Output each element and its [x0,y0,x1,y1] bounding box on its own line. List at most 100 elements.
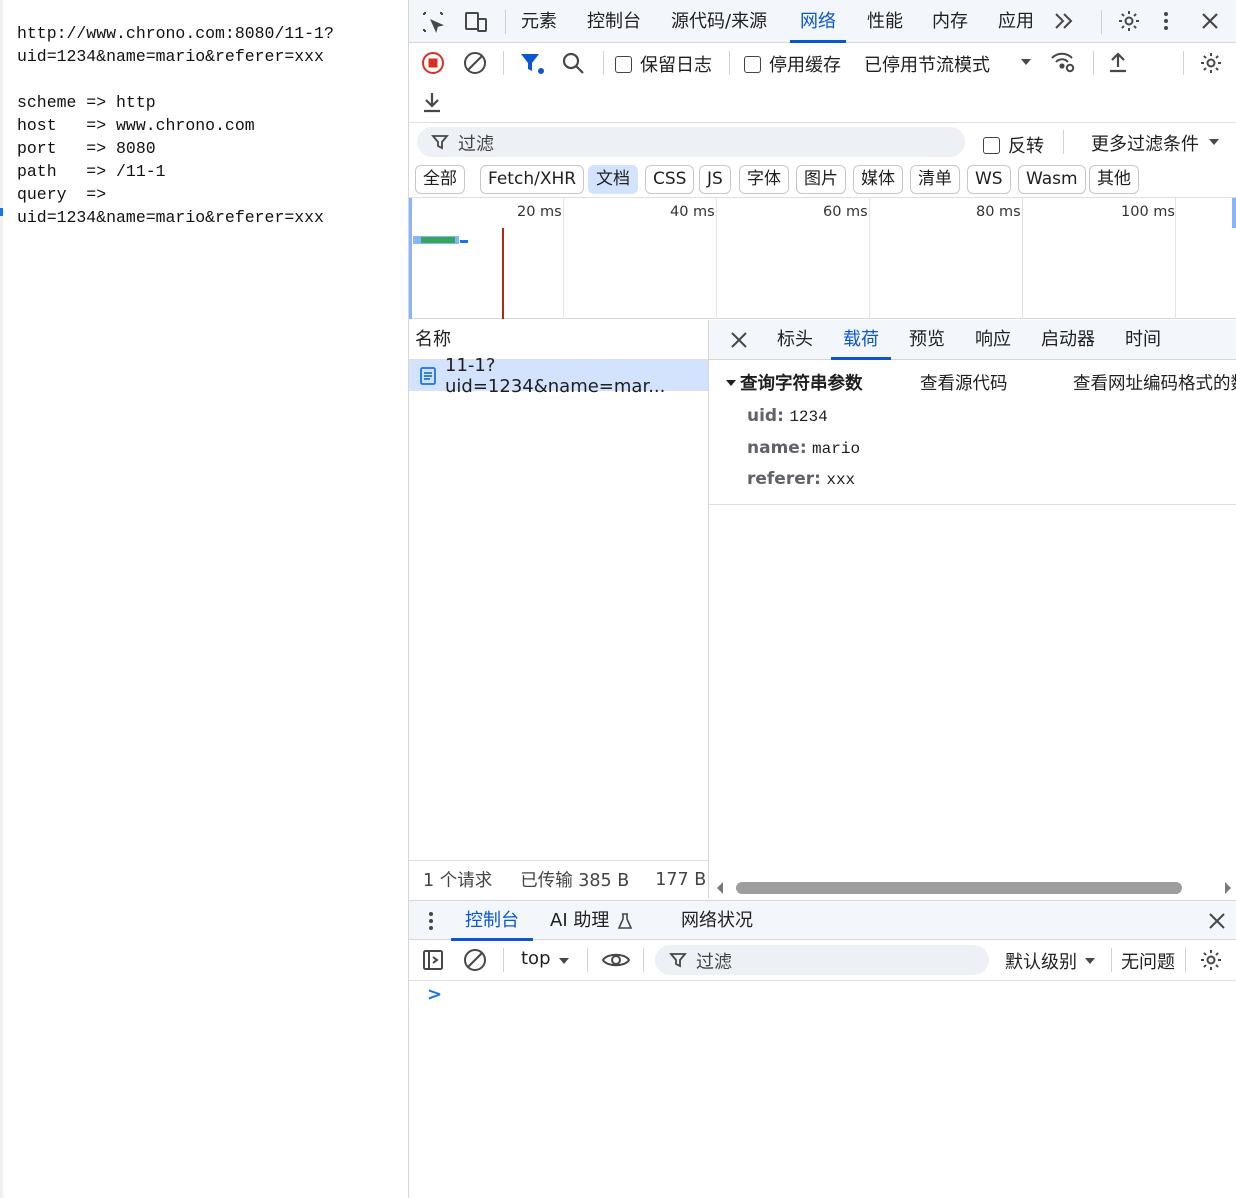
network-toolbar: 保留日志 停用缓存 已停用节流模式 [409,43,1236,123]
tab-preview[interactable]: 预览 [909,320,945,360]
console-prompt[interactable]: > [427,984,442,1005]
checkbox[interactable] [615,55,632,73]
tab-console[interactable]: 控制台 [587,0,641,43]
drawer-menu-icon[interactable] [427,910,435,932]
divider [505,10,506,34]
scroll-right-arrow-icon[interactable] [1223,881,1233,895]
query-param: name: mario [747,438,860,458]
context-selector[interactable]: top [521,948,551,969]
drawer-tab-network-conditions[interactable]: 网络状况 [681,901,753,941]
timeline-overview[interactable]: 20 ms 40 ms 60 ms 80 ms 100 ms [409,198,1236,319]
query-string-section-title[interactable]: 查询字符串参数 [740,370,863,395]
record-stop-icon[interactable] [421,51,445,75]
chip-manifest[interactable]: 清单 [910,165,960,194]
tab-sources[interactable]: 源代码/来源 [671,0,767,43]
timeline-tick-label: 60 ms [823,204,868,220]
checkbox[interactable] [983,136,1000,154]
tab-memory[interactable]: 内存 [932,0,968,43]
chip-ws[interactable]: WS [967,165,1011,194]
tab-performance[interactable]: 性能 [867,0,903,43]
param-value: mario [812,440,861,458]
close-devtools-icon[interactable] [1199,10,1221,32]
page-line: query => [17,185,107,204]
chip-js[interactable]: JS [699,165,731,194]
timeline-gridline [869,198,870,319]
edge-marker [0,208,3,216]
tab-response[interactable]: 响应 [975,320,1011,360]
dropdown-arrow-icon[interactable] [1207,135,1221,149]
request-list [409,320,709,898]
issues-counter[interactable]: 无问题 [1121,948,1175,974]
chip-image[interactable]: 图片 [796,165,846,194]
view-url-encoded-link[interactable]: 查看网址编码格式的数据 [1073,370,1236,395]
clear-icon[interactable] [463,51,487,75]
timeline-tick-label: 20 ms [517,204,562,220]
request-bar-download [421,237,455,243]
chip-fetch-xhr[interactable]: Fetch/XHR [480,165,585,194]
drawer-tab-console[interactable]: 控制台 [451,901,533,941]
payload-panel: 查询字符串参数 查看源代码 查看网址编码格式的数据 uid: 1234 name… [709,360,1236,505]
chip-all[interactable]: 全部 [415,165,465,194]
console-filter-input[interactable]: 过滤 [655,945,989,975]
dropdown-arrow-icon[interactable] [1019,55,1033,69]
settings-gear-icon[interactable] [1117,9,1141,33]
invert-label: 反转 [1008,136,1044,157]
device-toolbar-icon[interactable] [463,10,489,34]
preserve-log-label: 保留日志 [640,55,712,76]
filter-row: 过滤 反转 更多过滤条件 [409,123,1236,161]
scrollbar-thumb[interactable] [736,882,1182,894]
section-expand-triangle-icon[interactable] [725,377,737,389]
sidebar-toggle-icon[interactable] [421,948,445,972]
drawer-tab-bar: 控制台 AI 助理 网络状况 [409,900,1236,941]
dropdown-arrow-icon[interactable] [1083,954,1097,968]
throttling-select[interactable]: 已停用节流模式 [864,51,990,77]
timeline-handle-right[interactable] [1232,198,1236,228]
console-settings-gear-icon[interactable] [1199,948,1223,972]
export-har-icon[interactable] [421,90,443,114]
tab-headers[interactable]: 标头 [777,320,813,360]
tab-application[interactable]: 应用 [998,0,1034,43]
chip-css[interactable]: CSS [645,165,695,194]
invert-checkbox[interactable]: 反转 [983,132,1044,158]
tab-payload[interactable]: 载荷 [831,320,891,360]
scroll-left-arrow-icon[interactable] [715,881,725,895]
preserve-log-checkbox[interactable]: 保留日志 [615,51,712,77]
chip-other[interactable]: 其他 [1089,165,1139,194]
filter-icon[interactable] [519,51,545,75]
close-detail-icon[interactable] [729,330,749,350]
chip-wasm[interactable]: Wasm [1018,165,1086,194]
timeline-handle-left[interactable] [409,198,412,319]
filter-input[interactable]: 过滤 [417,127,965,157]
view-source-link[interactable]: 查看源代码 [920,370,1008,395]
chip-document[interactable]: 文档 [588,165,638,194]
disable-cache-checkbox[interactable]: 停用缓存 [744,51,841,77]
checkbox[interactable] [744,55,761,73]
more-options-icon[interactable] [1161,9,1171,33]
tab-network[interactable]: 网络 [790,0,846,43]
horizontal-scrollbar[interactable] [709,878,1236,898]
close-drawer-icon[interactable] [1207,911,1227,931]
network-settings-gear-icon[interactable] [1199,51,1223,75]
log-level-dropdown[interactable]: 默认级别 [1005,948,1077,974]
tab-elements[interactable]: 元素 [521,0,557,43]
dropdown-arrow-icon[interactable] [557,954,571,968]
chip-media[interactable]: 媒体 [853,165,903,194]
live-expression-eye-icon[interactable] [601,948,631,972]
import-har-icon[interactable] [1107,50,1129,74]
tab-initiator[interactable]: 启动器 [1041,320,1095,360]
request-row[interactable]: 11-1?uid=1234&name=mar... [409,355,708,397]
more-filters-dropdown[interactable]: 更多过滤条件 [1091,130,1199,156]
inspect-element-icon[interactable] [421,10,445,34]
drawer-tab-ai-assistant[interactable]: AI 助理 [550,901,609,941]
clear-console-icon[interactable] [463,948,487,972]
filter-funnel-icon [431,133,449,151]
divider [1111,948,1112,972]
divider [643,948,644,972]
search-icon[interactable] [561,51,585,75]
tab-timing[interactable]: 时间 [1125,320,1161,360]
request-count: 1 个请求 [423,871,493,891]
chip-font[interactable]: 字体 [739,165,789,194]
more-tabs-icon[interactable] [1053,9,1075,33]
network-conditions-icon[interactable] [1049,49,1077,75]
param-value: xxx [826,471,856,489]
